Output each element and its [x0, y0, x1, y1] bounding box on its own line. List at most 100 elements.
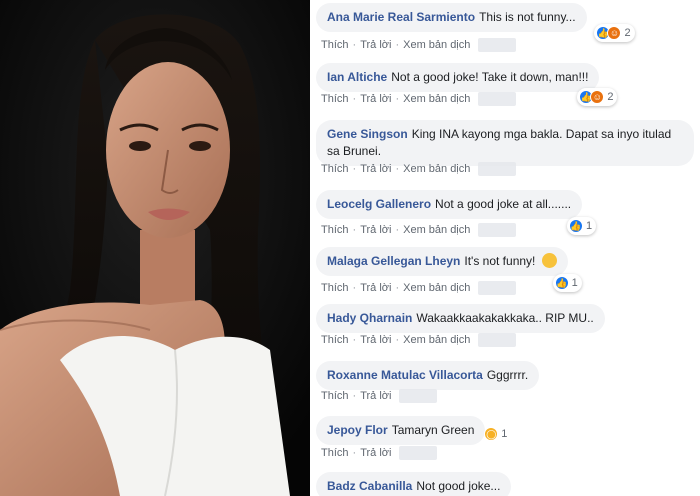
- comment-bubble: Jepoy Flor Tamaryn Green ◯ 1: [316, 416, 507, 445]
- separator: ·: [352, 447, 357, 459]
- reply-link[interactable]: Trả lời: [360, 163, 391, 175]
- separator: ·: [395, 163, 400, 175]
- comment-item: Jepoy Flor Tamaryn Green ◯ 1: [316, 416, 507, 445]
- comment-text: Gggrrrr.: [486, 368, 529, 382]
- comment-bubble: Hady Qharnain Wakaakkaakakakkaka.. RIP MU…: [316, 304, 605, 333]
- separator: ·: [352, 390, 357, 402]
- comment-bubble: Ian Altiche Not a good joke! Take it down…: [316, 63, 618, 106]
- reaction-count: 1: [586, 219, 593, 232]
- reaction-summary[interactable]: 👍 ☺ 2: [577, 88, 618, 106]
- comment-text: Wakaakkaakakakkaka.. RIP MU..: [416, 311, 594, 325]
- comment-item: Badz Cabanilla Not good joke...: [316, 472, 512, 496]
- comment-author[interactable]: Hady Qharnain: [327, 311, 412, 325]
- like-link[interactable]: Thích: [321, 447, 349, 459]
- comment-item: Ana Marie Real Sarmiento This is not funn…: [316, 3, 635, 42]
- unamused-face-emoji: [541, 253, 557, 268]
- separator: ·: [395, 93, 400, 105]
- comment-actions: Thích · Trả lời · Xem bản dịch: [321, 92, 517, 106]
- comment-text: Not a good joke! Take it down, man!!!: [391, 70, 589, 84]
- separator: ·: [352, 163, 357, 175]
- comment-author[interactable]: Gene Singson: [327, 127, 408, 141]
- translate-link[interactable]: Xem bản dịch: [403, 93, 470, 105]
- comment-text: This is not funny...: [479, 10, 576, 24]
- comment-actions: Thích · Trả lời · Xem bản dịch: [321, 38, 517, 52]
- reaction-summary[interactable]: 👍 1: [552, 274, 582, 292]
- woman-portrait-photo: [0, 0, 310, 496]
- reply-link[interactable]: Trả lời: [360, 390, 391, 402]
- comment-actions: Thích · Trả lời · Xem bản dịch: [321, 223, 517, 237]
- separator: ·: [395, 39, 400, 51]
- angry-icon: ☺: [590, 90, 605, 104]
- comment-actions: Thích · Trả lời · Xem bản dịch: [321, 333, 517, 347]
- like-link[interactable]: Thích: [321, 224, 349, 236]
- reply-link[interactable]: Trả lời: [360, 447, 391, 459]
- translate-link[interactable]: Xem bản dịch: [403, 282, 470, 294]
- timestamp-redacted: [399, 389, 438, 403]
- comment-bubble: Roxanne Matulac Villacorta Gggrrrr.: [316, 361, 540, 390]
- comment-text: Not a good joke at all.......: [435, 197, 572, 211]
- comment-author[interactable]: Badz Cabanilla: [327, 479, 412, 493]
- comment-actions: Thích · Trả lời · Xem bản dịch: [321, 162, 517, 176]
- comment-item: Hady Qharnain Wakaakkaakakakkaka.. RIP MU…: [316, 304, 605, 333]
- comment-bubble: Ana Marie Real Sarmiento This is not funn…: [316, 3, 635, 42]
- separator: ·: [352, 224, 357, 236]
- like-link[interactable]: Thích: [321, 390, 349, 402]
- separator: ·: [395, 282, 400, 294]
- comment-author[interactable]: Jepoy Flor: [327, 423, 388, 437]
- like-icon: 👍: [554, 276, 569, 290]
- comment-actions: Thích · Trả lời · Xem bản dịch: [321, 281, 517, 295]
- comment-item: Roxanne Matulac Villacorta Gggrrrr.: [316, 361, 540, 390]
- comment-actions: Thích · Trả lời: [321, 446, 438, 460]
- separator: ·: [395, 334, 400, 346]
- separator: ·: [352, 93, 357, 105]
- timestamp-redacted: [478, 333, 517, 347]
- reply-link[interactable]: Trả lời: [360, 39, 391, 51]
- reply-link[interactable]: Trả lời: [360, 282, 391, 294]
- reply-link[interactable]: Trả lời: [360, 334, 391, 346]
- timestamp-redacted: [478, 92, 517, 106]
- comment-item: Leocelg Gallenero Not a good joke at all.…: [316, 190, 597, 235]
- timestamp-redacted: [399, 446, 438, 460]
- wow-icon: ◯: [484, 427, 499, 441]
- separator: ·: [352, 39, 357, 51]
- comment-author[interactable]: Ana Marie Real Sarmiento: [327, 10, 475, 24]
- timestamp-redacted: [478, 281, 517, 295]
- reply-link[interactable]: Trả lời: [360, 93, 391, 105]
- separator: ·: [352, 334, 357, 346]
- comment-author[interactable]: Malaga Gellegan Lheyn: [327, 254, 460, 268]
- reaction-count: 2: [624, 26, 631, 39]
- separator: ·: [395, 224, 400, 236]
- timestamp-redacted: [478, 38, 517, 52]
- comment-bubble: Badz Cabanilla Not good joke...: [316, 472, 512, 496]
- timestamp-redacted: [478, 162, 517, 176]
- portrait-illustration: [0, 0, 310, 496]
- comment-item: Ian Altiche Not a good joke! Take it down…: [316, 63, 618, 106]
- comment-text: It's not funny!: [464, 254, 536, 268]
- translate-link[interactable]: Xem bản dịch: [403, 334, 470, 346]
- reaction-summary[interactable]: 👍 1: [567, 217, 597, 235]
- separator: ·: [352, 282, 357, 294]
- translate-link[interactable]: Xem bản dịch: [403, 224, 470, 236]
- comments-panel: Ana Marie Real Sarmiento This is not funn…: [310, 0, 700, 496]
- translate-link[interactable]: Xem bản dịch: [403, 39, 470, 51]
- reaction-summary[interactable]: 👍 ☺ 2: [594, 24, 635, 42]
- comment-item: Malaga Gellegan Lheyn It's not funny! 👍 1: [316, 247, 582, 292]
- like-link[interactable]: Thích: [321, 39, 349, 51]
- angry-icon: ☺: [607, 26, 622, 40]
- comment-actions: Thích · Trả lời: [321, 389, 438, 403]
- comment-item: Gene Singson King INA kayong mga bakla. D…: [316, 120, 694, 166]
- comment-author[interactable]: Leocelg Gallenero: [327, 197, 431, 211]
- like-link[interactable]: Thích: [321, 163, 349, 175]
- reaction-summary[interactable]: ◯ 1: [482, 425, 511, 443]
- comment-author[interactable]: Roxanne Matulac Villacorta: [327, 368, 483, 382]
- like-link[interactable]: Thích: [321, 334, 349, 346]
- comment-bubble: Malaga Gellegan Lheyn It's not funny! 👍 1: [316, 247, 582, 292]
- reaction-count: 1: [571, 276, 578, 289]
- timestamp-redacted: [478, 223, 517, 237]
- like-link[interactable]: Thích: [321, 93, 349, 105]
- comment-author[interactable]: Ian Altiche: [327, 70, 387, 84]
- translate-link[interactable]: Xem bản dịch: [403, 163, 470, 175]
- comment-text: Not good joke...: [416, 479, 501, 493]
- like-link[interactable]: Thích: [321, 282, 349, 294]
- reply-link[interactable]: Trả lời: [360, 224, 391, 236]
